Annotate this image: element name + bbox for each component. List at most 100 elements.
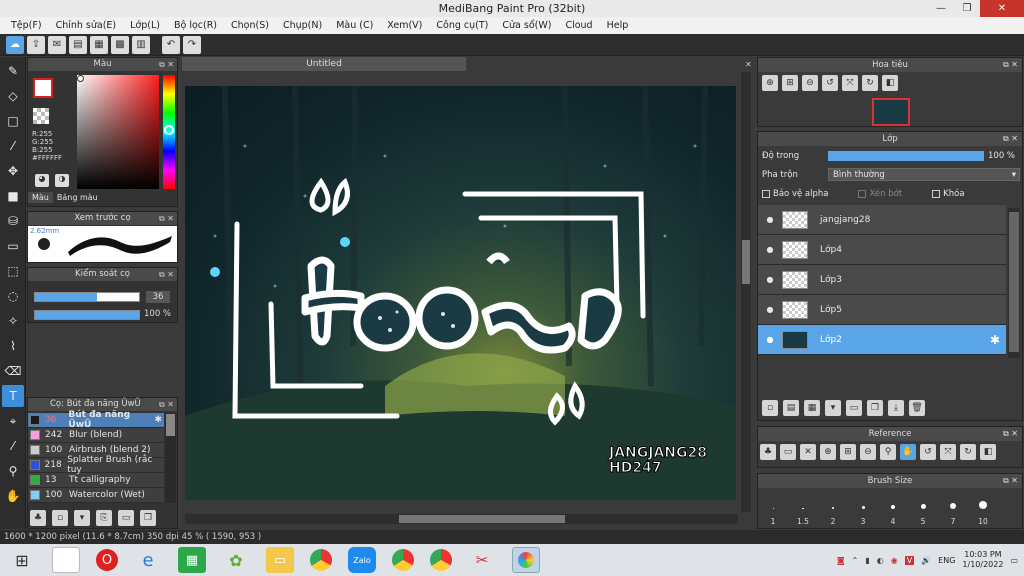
duplicate-icon[interactable]: ❐ [140, 510, 156, 526]
brush-size-option[interactable]: 4 [878, 488, 908, 526]
divide-tool-icon[interactable]: ⁄ [2, 435, 24, 457]
visibility-dot-icon[interactable]: ● [758, 275, 782, 284]
color-picker-handle[interactable] [77, 75, 84, 82]
panel-close-icon[interactable]: ⧉ ✕ [1003, 132, 1018, 146]
tab-color[interactable]: Màu [28, 192, 53, 203]
panel-close-icon[interactable]: ⧉ ✕ [159, 268, 174, 281]
menu-select[interactable]: Chọn(S) [224, 17, 276, 34]
comment-icon[interactable]: ✉ [48, 35, 66, 54]
reference-zoom-out-icon[interactable]: ⊖ [860, 444, 876, 460]
tray-app-icon[interactable]: ◙ [837, 556, 845, 565]
cloud-icon[interactable]: ☁ [6, 35, 24, 54]
new-brush-icon[interactable]: ▫ [52, 510, 68, 526]
panel-close-icon[interactable]: ⧉ ✕ [159, 398, 174, 411]
brush-size-option[interactable]: 7 [938, 488, 968, 526]
eraser-tool-icon[interactable]: ◇ [2, 85, 24, 107]
document-icon[interactable]: ▦ [90, 35, 108, 54]
zoom-in-icon[interactable]: ⊕ [762, 75, 778, 91]
language-indicator[interactable]: ENG [938, 556, 955, 565]
menu-help[interactable]: Help [600, 17, 636, 34]
canvas-vertical-scrollbar[interactable] [741, 72, 751, 512]
share-icon[interactable]: ⇪ [27, 35, 45, 54]
menu-window[interactable]: Cửa sổ(W) [495, 17, 558, 34]
select-pen-tool-icon[interactable]: ⌇ [2, 335, 24, 357]
brush-list-item[interactable]: 36 Bút đa năng ŨwŨ ✱ [28, 410, 164, 430]
chevron-up-icon[interactable]: ⌃ [852, 556, 859, 565]
brush-size-option[interactable]: 3 [848, 488, 878, 526]
reference-zoom-in-icon[interactable]: ⊕ [820, 444, 836, 460]
add-layer-menu-icon[interactable]: ▾ [825, 400, 841, 416]
transparent-swatch[interactable] [33, 108, 49, 124]
layer-folder-icon[interactable]: ▭ [846, 400, 862, 416]
file-icon[interactable] [52, 547, 80, 573]
eyedrop-icon[interactable]: ◑ [55, 174, 69, 187]
brush-size-option[interactable]: 10 [968, 488, 998, 526]
menu-cloud[interactable]: Cloud [558, 17, 599, 34]
tray-icon-2[interactable]: ◐ [877, 556, 884, 565]
magic-wand-tool-icon[interactable]: ✧ [2, 310, 24, 332]
menu-capture[interactable]: Chụp(N) [276, 17, 329, 34]
blend-mode-select[interactable]: Bình thường ▾ [828, 168, 1020, 181]
gear-icon[interactable]: ✱ [990, 333, 1006, 347]
reference-rotate-right-icon[interactable]: ↻ [960, 444, 976, 460]
menu-edit[interactable]: Chỉnh sửa(E) [49, 17, 124, 34]
redo-icon[interactable]: ↷ [183, 35, 201, 54]
brush-list-item[interactable]: 242 Blur (blend) [28, 428, 164, 443]
eyedropper-tool-icon[interactable]: ⚲ [2, 460, 24, 482]
canvas-horizontal-scrollbar[interactable] [185, 514, 738, 524]
file-explorer-icon[interactable]: ▭ [266, 547, 294, 573]
app-icon[interactable]: ✿ [222, 547, 250, 573]
reference-fit-icon[interactable]: ⊞ [840, 444, 856, 460]
copy-brush-icon[interactable]: ⎘ [96, 510, 112, 526]
chrome-icon[interactable] [310, 549, 332, 571]
color-picker-area[interactable] [77, 75, 159, 189]
reference-hand-icon[interactable]: ✋ [900, 444, 916, 460]
artwork-canvas[interactable]: JANGJANG28 HD247 [185, 86, 736, 500]
chrome-profile-icon[interactable] [392, 549, 414, 571]
tab-palette[interactable]: Bảng màu [52, 192, 102, 203]
brush-list-item[interactable]: 13 Tt calligraphy [28, 473, 164, 488]
visibility-dot-icon[interactable]: ● [758, 305, 782, 314]
brush-size-value[interactable]: 36 [146, 291, 170, 303]
reference-add-icon[interactable]: ♣ [760, 444, 776, 460]
panel-close-icon[interactable]: ⧉ ✕ [1003, 474, 1018, 488]
brush-list-scrollbar[interactable] [165, 413, 176, 503]
vietkey-icon[interactable]: V [904, 555, 915, 565]
reference-reset-icon[interactable]: ◧ [980, 444, 996, 460]
dot-tool-icon[interactable]: ⁄ [2, 135, 24, 157]
duplicate-layer-icon[interactable]: ❐ [867, 400, 883, 416]
undo-icon[interactable]: ↶ [162, 35, 180, 54]
clock[interactable]: 10:03 PM 1/10/2022 [962, 550, 1003, 570]
brush-list-item[interactable]: 218 Splatter Brush (rắc tuy [28, 455, 164, 475]
new-color-layer-icon[interactable]: ▤ [783, 400, 799, 416]
panel-close-icon[interactable]: ⧉ ✕ [159, 212, 174, 225]
panel-close-icon[interactable]: ⧉ ✕ [1003, 58, 1018, 72]
reference-eyedropper-icon[interactable]: ⚲ [880, 444, 896, 460]
visibility-dot-icon[interactable]: ● [758, 335, 782, 344]
rotate-right-icon[interactable]: ↻ [862, 75, 878, 91]
protect-alpha-checkbox[interactable]: Bảo vệ alpha [762, 189, 828, 199]
reference-open-icon[interactable]: ▭ [780, 444, 796, 460]
hand-tool-icon[interactable]: ✋ [2, 485, 24, 507]
brush-size-slider[interactable] [34, 292, 140, 302]
menu-filter[interactable]: Bộ lọc(R) [167, 17, 224, 34]
layer-opacity-slider[interactable] [828, 151, 984, 161]
layer-row[interactable]: ● Lớp5 [758, 295, 1006, 325]
menu-file[interactable]: Tệp(F) [4, 17, 49, 34]
palette-icon[interactable]: ◕ [35, 174, 49, 187]
clipping-checkbox[interactable]: Xén bớt [858, 189, 902, 199]
zalo-icon[interactable]: Zalo [348, 547, 376, 573]
folder-icon[interactable]: ▭ [118, 510, 134, 526]
menu-color[interactable]: Màu (C) [329, 17, 380, 34]
select-tool-icon[interactable]: ⬚ [2, 260, 24, 282]
document-tab[interactable]: Untitled [182, 57, 466, 71]
add-brush-icon[interactable]: ♣ [30, 510, 46, 526]
lasso-tool-icon[interactable]: ◌ [2, 285, 24, 307]
layer-row[interactable]: ● jangjang28 [758, 205, 1006, 235]
brush-list-item[interactable]: 100 Watercolor (Wet) [28, 488, 164, 503]
menu-tools[interactable]: Công cụ(T) [429, 17, 495, 34]
delete-layer-icon[interactable]: 🗑 [909, 400, 925, 416]
brush-size-option[interactable]: 2 [818, 488, 848, 526]
merge-layer-icon[interactable]: ⤓ [888, 400, 904, 416]
gear-icon[interactable]: ✱ [154, 415, 164, 425]
